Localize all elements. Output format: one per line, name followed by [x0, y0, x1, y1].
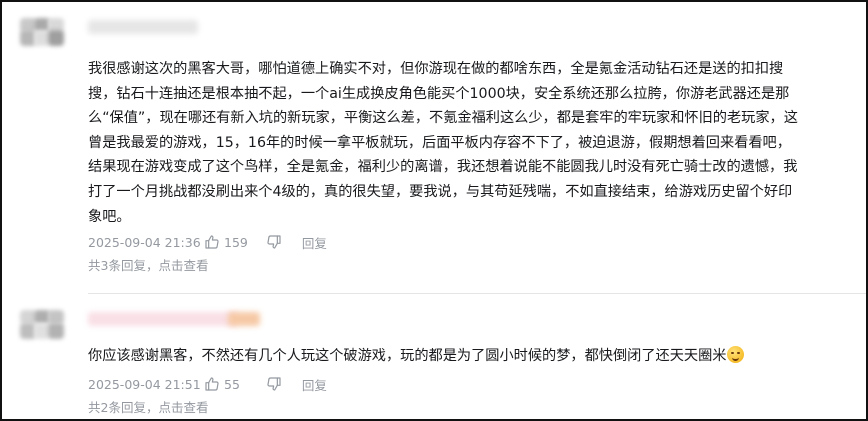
reply-button[interactable]: 回复 — [302, 375, 327, 394]
comment-line: 打了一个月挑战都没刷出来个4级的，真的很失望，要我说，与其苟延残喘，不如直接结束… — [88, 183, 793, 200]
like-count: 55 — [224, 376, 240, 392]
view-replies-link[interactable]: 点击查看 — [158, 397, 208, 416]
comment-text: 我很感谢这次的黑客大哥，哪怕道德上确实不对，但你游现在做的都啥东西，全是氪金活动… — [88, 57, 860, 229]
comment-line: 搜，钻石十连抽还是根本抽不起，一个ai生成换皮角色能买个1000块，安全系统还那… — [88, 85, 790, 102]
username[interactable] — [88, 312, 268, 328]
reply-count: 共3条回复， — [88, 257, 159, 273]
comment-section: 我很感谢这次的黑客大哥，哪怕道德上确实不对，但你游现在做的都啥东西，全是氪金活动… — [0, 0, 868, 421]
thumb-up-icon — [205, 235, 219, 249]
face-emoji-icon — [727, 346, 745, 363]
thumb-down-icon — [267, 235, 281, 249]
comment-divider — [88, 293, 866, 294]
comment-line: 我很感谢这次的黑客大哥，哪怕道德上确实不对，但你游现在做的都啥东西，全是氪金活动… — [88, 61, 784, 77]
comment-line: 结果现在游戏变成了这个鸟样，全是氪金，福利少的离谱，我还想着说能不能圆我儿时没有… — [88, 159, 798, 176]
comment-line: 你应该感谢黑客，不然还有几个人玩这个破游戏，玩的都是为了圆小时候的梦，都快倒闭了… — [88, 348, 727, 364]
dislike-button[interactable] — [266, 234, 282, 250]
comment-meta: 2025-09-04 21:51 55 回复 — [88, 374, 327, 394]
avatar[interactable] — [20, 310, 66, 340]
sub-replies: 共2条回复， 点击查看 — [88, 396, 208, 416]
comment-line: 曾是我最爱的游戏，15，16年的时候一拿平板就玩，后面平板内存容不下了，被迫退游… — [88, 134, 791, 151]
comment-line: 象吧。 — [88, 208, 131, 225]
sub-replies: 共3条回复， 点击查看 — [88, 254, 208, 274]
comment-meta: 2025-09-04 21:36 159 回复 — [88, 232, 327, 252]
reply-count: 共2条回复， — [88, 399, 159, 415]
dislike-button[interactable] — [266, 376, 282, 392]
timestamp: 2025-09-04 21:51 — [88, 376, 201, 392]
username[interactable] — [88, 20, 198, 36]
comment-line: 么“保值”，现在哪还有新入坑的新玩家，平衡这么差，不氪金福利这么少，都是套牢的牢… — [88, 110, 798, 127]
thumb-down-icon — [267, 377, 281, 391]
thumb-up-icon — [205, 377, 219, 391]
avatar[interactable] — [20, 18, 66, 46]
comment-text: 你应该感谢黑客，不然还有几个人玩这个破游戏，玩的都是为了圆小时候的梦，都快倒闭了… — [88, 344, 860, 369]
like-button[interactable]: 55 — [204, 376, 240, 392]
view-replies-link[interactable]: 点击查看 — [158, 255, 208, 274]
timestamp: 2025-09-04 21:36 — [88, 234, 201, 250]
like-count: 159 — [224, 234, 248, 250]
like-button[interactable]: 159 — [204, 234, 248, 250]
reply-button[interactable]: 回复 — [302, 233, 327, 252]
